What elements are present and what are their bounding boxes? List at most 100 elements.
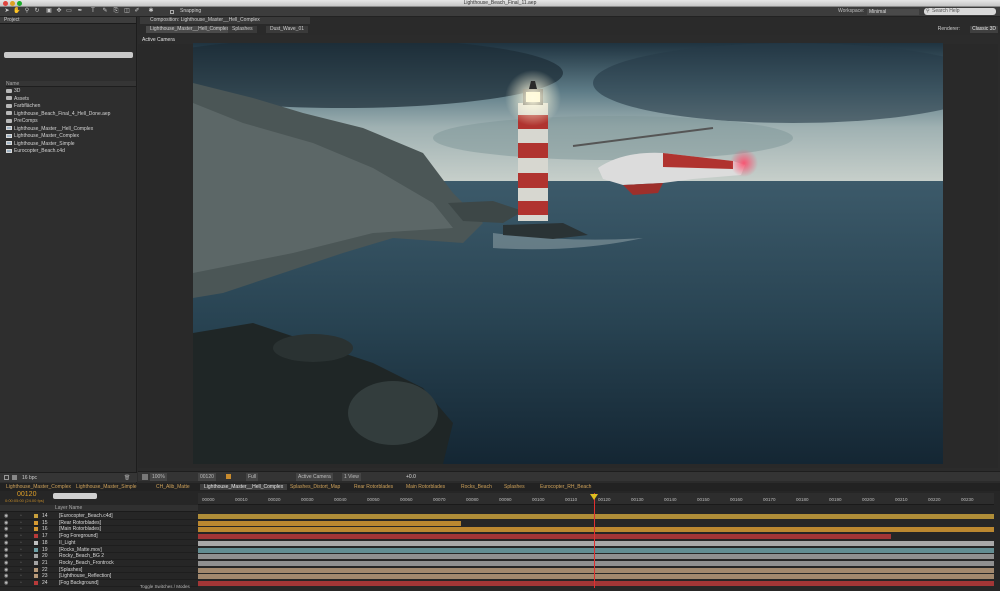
lock-icon[interactable]: ▫ — [20, 547, 22, 554]
layer-label-color[interactable] — [34, 527, 38, 532]
layer-label-color[interactable] — [34, 547, 38, 552]
timeline-tab[interactable]: CH_Alib_Matte — [152, 484, 194, 490]
project-item[interactable]: 3D — [6, 88, 20, 95]
timeline-tab[interactable]: Rear Rotorblades — [350, 484, 397, 490]
selection-tool-icon[interactable]: ➤ — [3, 8, 11, 15]
lock-icon[interactable]: ▫ — [20, 533, 22, 540]
renderer-select[interactable]: Classic 3D — [970, 26, 998, 33]
lock-icon[interactable]: ▫ — [20, 526, 22, 533]
layer-label-color[interactable] — [34, 581, 38, 585]
timeline-tab[interactable]: Lighthouse_Master_Complex — [2, 484, 75, 490]
layer-duration-bar[interactable] — [198, 527, 994, 533]
pen-tool-icon[interactable]: ✒ — [76, 8, 84, 15]
layer-label-color[interactable] — [34, 567, 38, 572]
project-item[interactable]: Lighthouse_Beach_Final_4_Hell_Done.aep — [6, 111, 110, 118]
project-item[interactable]: PreComps — [6, 118, 38, 125]
text-tool-icon[interactable]: T — [89, 8, 97, 15]
timeline-tab[interactable]: Main Rotorblades — [402, 484, 449, 490]
layer-duration-bar[interactable] — [198, 540, 994, 546]
timeline-tab[interactable]: Lighthouse_Master_Simple — [72, 484, 141, 490]
lock-icon[interactable]: ▫ — [20, 540, 22, 547]
snapshot-icon[interactable] — [226, 474, 231, 479]
minimize-window-icon[interactable] — [10, 1, 15, 6]
layer-name[interactable]: [Lighthouse_Reflection] — [59, 573, 111, 580]
region-of-interest-icon[interactable] — [142, 474, 148, 480]
layer-name[interactable]: [Rear Rotorblades] — [59, 520, 101, 527]
visibility-eye-icon[interactable]: ◉ — [4, 513, 8, 520]
layer-name[interactable]: [Eurocopter_Beach.c4d] — [59, 513, 113, 520]
bpc-label[interactable]: 16 bpc — [22, 474, 37, 482]
visibility-eye-icon[interactable]: ◉ — [4, 560, 8, 567]
eraser-tool-icon[interactable]: ◫ — [123, 8, 131, 15]
viewer-timecode[interactable]: 00120 — [198, 473, 216, 481]
layer-name[interactable]: II_Light — [59, 540, 75, 547]
layer-duration-bar[interactable] — [198, 547, 994, 553]
layer-label-color[interactable] — [34, 520, 38, 525]
lock-icon[interactable]: ▫ — [20, 520, 22, 527]
visibility-eye-icon[interactable]: ◉ — [4, 526, 8, 533]
playhead[interactable] — [594, 493, 595, 588]
layer-duration-bar[interactable] — [198, 554, 994, 560]
lock-icon[interactable]: ▫ — [20, 567, 22, 574]
layer-label-color[interactable] — [34, 540, 38, 545]
layer-row[interactable]: ◉ ▫ 17 [Fog Foreground] — [0, 533, 198, 540]
layer-label-color[interactable] — [34, 514, 38, 518]
project-item[interactable]: Assets — [6, 96, 29, 103]
new-folder-icon[interactable] — [12, 475, 17, 480]
visibility-eye-icon[interactable]: ◉ — [4, 567, 8, 574]
layer-row[interactable]: ◉ ▫ 16 [Main Rotorblades] — [0, 526, 198, 534]
project-item[interactable]: Lighthouse_Master__Hell_Complex — [6, 126, 93, 133]
visibility-eye-icon[interactable]: ◉ — [4, 573, 8, 580]
visibility-eye-icon[interactable]: ◉ — [4, 540, 8, 547]
project-column-name[interactable]: Name — [6, 81, 136, 87]
visibility-eye-icon[interactable]: ◉ — [4, 520, 8, 527]
layer-row[interactable]: ◉ ▫ 23 [Lighthouse_Reflection] — [0, 573, 198, 580]
composition-tab[interactable]: Lighthouse_Master__Hell_Complex — [146, 26, 234, 33]
layer-duration-bar[interactable] — [198, 567, 994, 573]
composition-tab[interactable]: Dust_Wave_01 — [266, 26, 308, 33]
lock-icon[interactable]: ▫ — [20, 580, 22, 587]
layer-name[interactable]: [Fog Foreground] — [59, 533, 98, 540]
exposure-value[interactable]: +0.0 — [406, 473, 416, 481]
timeline-search-input[interactable] — [53, 493, 97, 499]
zoom-select[interactable]: 100% — [150, 473, 167, 481]
resolution-select[interactable]: Full — [246, 473, 259, 481]
hand-tool-icon[interactable]: ✋ — [13, 8, 21, 15]
composition-tab[interactable]: Splashes — [228, 26, 257, 33]
close-window-icon[interactable] — [3, 1, 8, 6]
current-time-display[interactable]: 00120 — [17, 491, 36, 498]
layer-duration-bar[interactable] — [198, 520, 461, 526]
project-item[interactable]: Lighthouse_Master_Simple — [6, 141, 75, 148]
visibility-eye-icon[interactable]: ◉ — [4, 580, 8, 587]
visibility-eye-icon[interactable]: ◉ — [4, 553, 8, 560]
zoom-window-icon[interactable] — [17, 1, 22, 6]
puppet-tool-icon[interactable]: ✱ — [147, 8, 155, 15]
roto-brush-tool-icon[interactable]: ✐ — [133, 8, 141, 15]
lock-icon[interactable]: ▫ — [20, 513, 22, 520]
layer-name[interactable]: Rocky_Beach_Frontrock — [59, 560, 114, 567]
project-item[interactable]: Eurocopter_Beach.c4d — [6, 148, 65, 155]
layer-row[interactable]: ◉ ▫ 15 [Rear Rotorblades] — [0, 520, 198, 527]
layer-duration-bar[interactable] — [198, 514, 994, 519]
camera-select[interactable]: Active Camera — [296, 473, 333, 481]
timeline-tab[interactable]: Rocks_Beach — [457, 484, 496, 490]
clone-tool-icon[interactable]: ⎘ — [112, 8, 120, 15]
visibility-eye-icon[interactable]: ◉ — [4, 547, 8, 554]
layer-name[interactable]: [Rocks_Matte.mov] — [59, 547, 102, 554]
toggle-switches-modes[interactable]: Toggle Switches / Modes — [140, 584, 190, 589]
visibility-eye-icon[interactable]: ◉ — [4, 533, 8, 540]
brush-tool-icon[interactable]: ✎ — [101, 8, 109, 15]
snapping-checkbox[interactable] — [170, 10, 174, 14]
views-select[interactable]: 1 View — [342, 473, 361, 481]
timeline-tab[interactable]: Lighthouse_Master__Hell_Complex — [200, 484, 288, 490]
layer-name[interactable]: [Main Rotorblades] — [59, 526, 101, 533]
layer-label-color[interactable] — [34, 574, 38, 579]
pan-behind-tool-icon[interactable]: ✥ — [55, 8, 63, 15]
camera-tool-icon[interactable]: ▣ — [45, 8, 53, 15]
layer-name-column[interactable]: Layer Name — [55, 505, 82, 512]
lock-icon[interactable]: ▫ — [20, 553, 22, 560]
layer-row[interactable]: ◉ ▫ 18 II_Light — [0, 540, 198, 547]
layer-name[interactable]: Rocky_Beach_BG 2 — [59, 553, 104, 560]
layer-duration-bar[interactable] — [198, 534, 891, 540]
layer-row[interactable]: ◉ ▫ 14 [Eurocopter_Beach.c4d] — [0, 513, 198, 520]
